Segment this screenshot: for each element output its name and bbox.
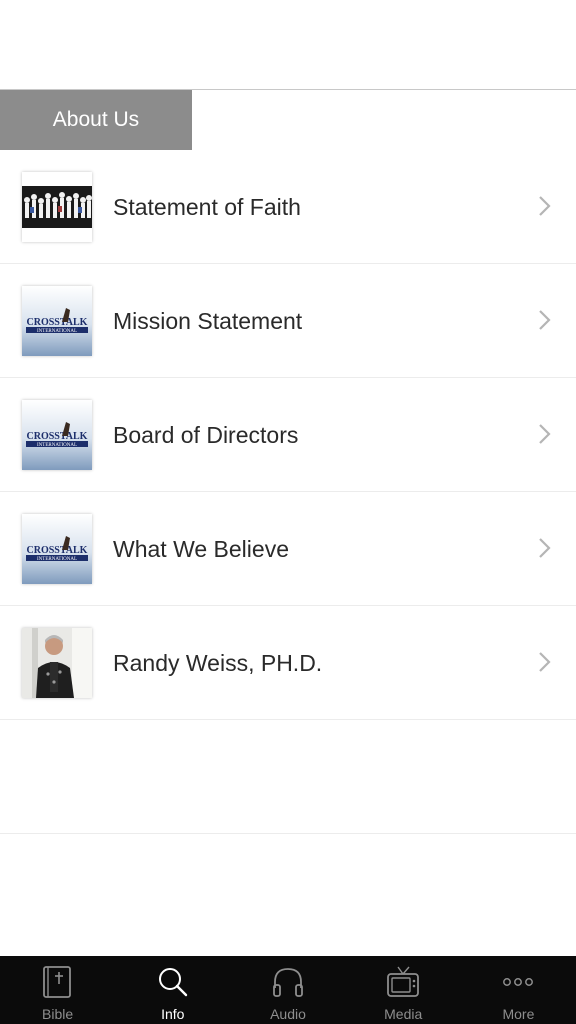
tab-bar: Bible Info Audio Media More — [0, 956, 576, 1024]
tab-more[interactable]: More — [461, 956, 576, 1024]
crosstalk-logo-thumbnail: CROSSTALK INTERNATIONAL — [22, 286, 92, 356]
tv-icon — [387, 966, 420, 997]
crosstalk-logo-thumbnail: CROSSTALK INTERNATIONAL — [22, 514, 92, 584]
crosstalk-logo-thumbnail: CROSSTALK INTERNATIONAL — [22, 400, 92, 470]
logo-text-bottom: INTERNATIONAL — [37, 329, 77, 334]
list-item-label: Board of Directors — [113, 422, 299, 448]
logo-text-bottom: INTERNATIONAL — [37, 557, 77, 562]
more-icon — [503, 978, 534, 986]
screen: About Us Statement of Faith CROSSTALK IN… — [0, 0, 576, 1024]
list-item-board-of-directors[interactable]: CROSSTALK INTERNATIONAL Board of Directo… — [0, 378, 576, 492]
list-item-label: Mission Statement — [113, 308, 303, 334]
list-item-randy-weiss[interactable]: Randy Weiss, PH.D. — [0, 606, 576, 720]
chevron-right-icon — [539, 310, 551, 330]
tab-label: Bible — [42, 1006, 74, 1022]
list-item-label: Statement of Faith — [113, 194, 301, 220]
logo-text-top: CROSSTALK — [27, 317, 88, 328]
tab-label: Info — [161, 1006, 185, 1022]
headphones-icon — [273, 968, 303, 997]
search-icon — [158, 968, 187, 997]
list-item-label: What We Believe — [113, 536, 289, 562]
tab-media[interactable]: Media — [346, 956, 461, 1024]
list-item-mission-statement[interactable]: CROSSTALK INTERNATIONAL Mission Statemen… — [0, 264, 576, 378]
chevron-right-icon — [539, 424, 551, 444]
chevron-right-icon — [539, 538, 551, 558]
top-bar — [0, 0, 576, 90]
portrait-photo-thumbnail — [22, 628, 92, 698]
logo-text-top: CROSSTALK — [27, 431, 88, 442]
tab-bible[interactable]: Bible — [0, 956, 115, 1024]
list-item-what-we-believe[interactable]: CROSSTALK INTERNATIONAL What We Believe — [0, 492, 576, 606]
info-list: Statement of Faith CROSSTALK INTERNATION… — [0, 150, 576, 834]
bible-icon — [42, 966, 71, 998]
tab-info[interactable]: Info — [115, 956, 230, 1024]
group-photo-thumbnail — [22, 172, 92, 242]
chevron-right-icon — [539, 196, 551, 216]
empty-row — [0, 720, 576, 834]
tab-label: Media — [384, 1006, 423, 1022]
section-header: About Us — [0, 90, 192, 150]
chevron-right-icon — [539, 652, 551, 672]
list-item-label: Randy Weiss, PH.D. — [113, 650, 323, 676]
list-item-statement-of-faith[interactable]: Statement of Faith — [0, 150, 576, 264]
section-header-label: About Us — [52, 108, 140, 131]
tab-label: Audio — [270, 1006, 306, 1022]
logo-text-top: CROSSTALK — [27, 545, 88, 556]
tab-label: More — [502, 1006, 535, 1022]
tab-audio[interactable]: Audio — [230, 956, 345, 1024]
logo-text-bottom: INTERNATIONAL — [37, 443, 77, 448]
